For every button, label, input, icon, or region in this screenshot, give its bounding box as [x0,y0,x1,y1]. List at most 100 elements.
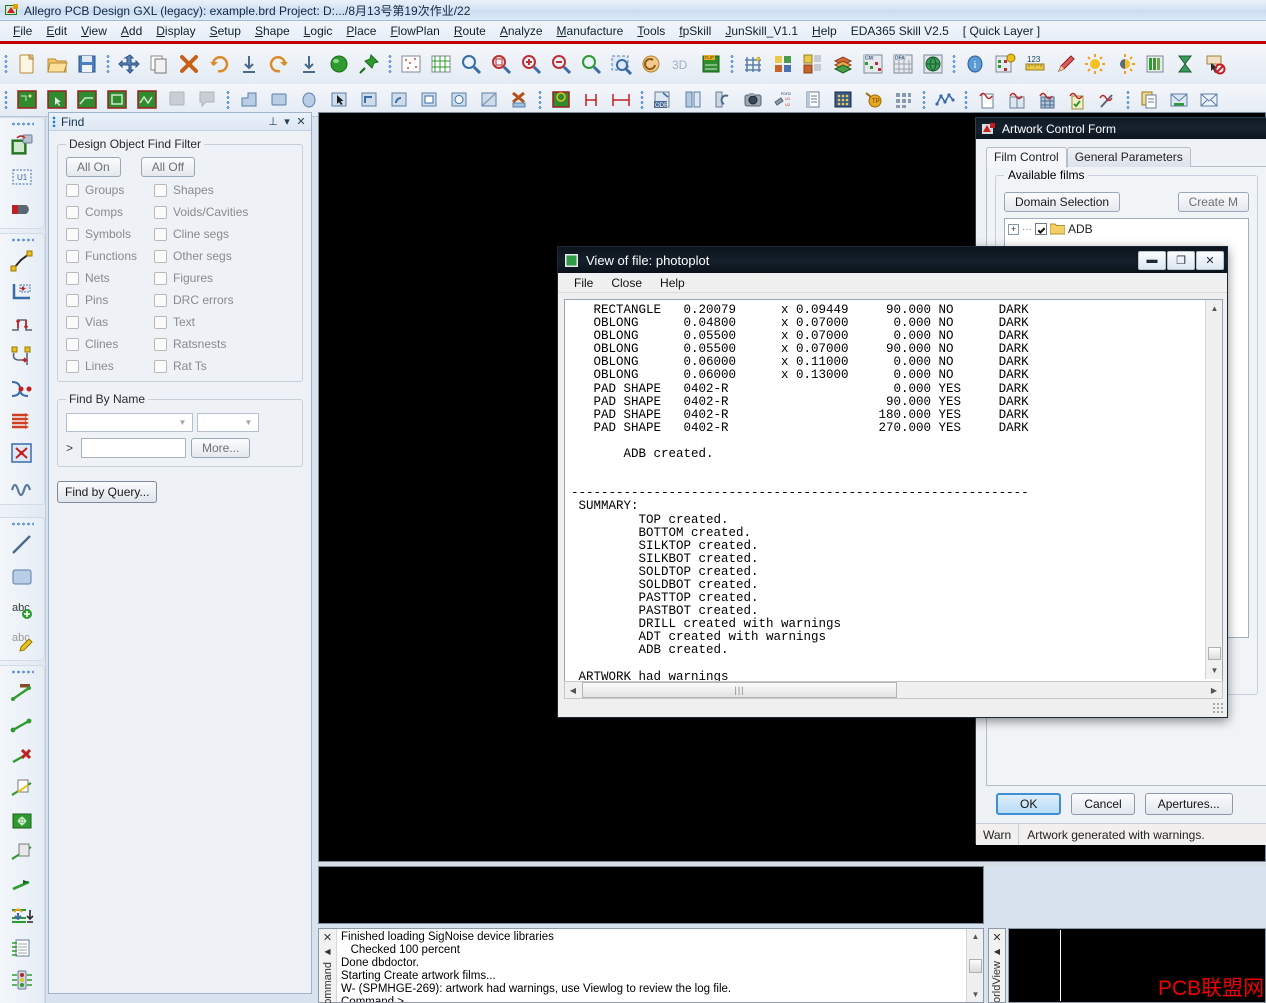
bus-route-icon[interactable] [3,405,41,437]
toolbar-grip[interactable] [921,89,927,111]
find-by-query-button[interactable]: Find by Query... [57,481,158,503]
net-copy-icon[interactable] [3,773,41,805]
object-type-dropdown[interactable]: ▼ [66,413,193,432]
menu-route[interactable]: Route [447,22,493,40]
rect-fill-icon[interactable] [3,561,41,593]
undo-icon[interactable] [204,49,234,79]
flip-design-icon[interactable]: FLIP [696,49,726,79]
view-file-horizontal-scrollbar[interactable]: ◀ ||| ▶ [564,681,1223,699]
chevron-down-icon[interactable]: ▾ [280,115,294,128]
zoom-selection-icon[interactable] [606,49,636,79]
pin-icon[interactable]: ⊥ [266,115,280,128]
scrollbar-thumb[interactable] [969,959,982,973]
close-icon[interactable]: ✕ [1196,250,1224,270]
hourglass-icon[interactable] [1170,49,1200,79]
menu-edit[interactable]: Edit [39,22,74,40]
toolbar-grip[interactable] [10,669,34,675]
scroll-down-icon[interactable]: ▼ [1206,662,1222,679]
scroll-right-icon[interactable]: ▶ [1206,686,1222,695]
stackup-icon[interactable] [1164,87,1194,113]
shape-circle-icon[interactable] [294,87,324,113]
board-wave-icon[interactable] [132,87,162,113]
menu-display[interactable]: Display [149,22,202,40]
shape-rect-icon[interactable] [264,87,294,113]
subclass-icon[interactable] [798,49,828,79]
checkbox-box[interactable] [154,337,167,351]
ok-button[interactable]: OK [996,793,1062,815]
left-arrow-icon[interactable]: ◀ [324,947,330,956]
checkbox-comps[interactable]: Comps [66,205,154,219]
checkbox-functions[interactable]: Functions [66,249,154,263]
name-scope-dropdown[interactable]: ▼ [197,413,259,432]
design-canvas-lower[interactable] [318,866,984,924]
domain-selection-button[interactable]: Domain Selection [1004,192,1121,212]
fanout-icon[interactable] [3,373,41,405]
toolbar-grip[interactable] [963,89,969,111]
net-ratsnest-icon[interactable] [3,677,41,709]
net-expand-icon[interactable] [3,805,41,837]
toolbar-grip[interactable] [10,521,34,527]
globe-grid-icon[interactable] [918,49,948,79]
net-line-icon[interactable] [3,709,41,741]
menu-eda365[interactable]: EDA365 Skill V2.5 [844,22,956,40]
zoom-fit-icon[interactable] [456,49,486,79]
close-icon[interactable]: ✕ [294,115,308,128]
route-corner-icon[interactable] [3,277,41,309]
photoplot-icon[interactable] [738,87,768,113]
checkbox-box[interactable] [154,205,167,219]
menu-shape[interactable]: Shape [248,22,297,40]
cm-matrix-icon[interactable]: CM [858,49,888,79]
checkbox-other-segs[interactable]: Other segs [154,249,294,263]
checkbox-cline-segs[interactable]: Cline segs [154,227,294,241]
measure-ruler-icon[interactable]: 123 [1020,49,1050,79]
waveform-probe-icon[interactable] [1092,87,1122,113]
close-icon[interactable]: ✕ [992,931,1001,944]
checkbox-vias[interactable]: Vias [66,315,154,329]
layers-icon[interactable] [828,49,858,79]
toolbar-grip[interactable] [729,53,735,75]
down-arrow2-icon[interactable] [294,49,324,79]
cursor-icon[interactable] [324,87,354,113]
more-button[interactable]: More... [191,438,251,458]
constraint-manager-icon[interactable] [990,49,1020,79]
view-file-menu-file[interactable]: File [566,275,601,291]
all-off-button[interactable]: All Off [140,157,196,177]
checkbox-box[interactable] [154,249,167,263]
drill-legend-icon[interactable] [546,87,576,113]
waveform-report-icon[interactable] [972,87,1002,113]
menu-analyze[interactable]: Analyze [493,22,550,40]
grid-toggle-icon[interactable] [738,49,768,79]
view-file-text-area[interactable]: RECTANGLE 0.20079 x 0.09449 90.000 NO DA… [564,299,1223,695]
shape-polygon-icon[interactable] [234,87,264,113]
component-u1-icon[interactable]: U1 [3,161,41,193]
checkbox-box[interactable] [154,359,167,373]
info-icon[interactable]: i [960,49,990,79]
swap-component-icon[interactable] [3,193,41,225]
menu-place[interactable]: Place [339,22,383,40]
zoom-refresh-icon[interactable] [576,49,606,79]
menu-setup[interactable]: Setup [203,22,248,40]
hscroll-track[interactable]: ||| [581,682,1206,698]
checkbox-rat-ts[interactable]: Rat Ts [154,359,294,373]
open-folder-icon[interactable] [42,49,72,79]
hscrollbar-thumb[interactable]: ||| [582,682,897,698]
maximize-icon[interactable]: ❐ [1167,250,1195,270]
checkbox-box[interactable] [154,183,167,197]
toolbar-grip[interactable] [10,121,34,127]
checkbox-nets[interactable]: Nets [66,271,154,285]
autoroute-icon[interactable] [3,437,41,469]
padstack-grid-icon[interactable] [888,87,918,113]
checkbox-box[interactable] [154,293,167,307]
chevron-down-icon[interactable]: ▼ [175,415,190,430]
toolbar-grip[interactable] [387,53,393,75]
checkbox-figures[interactable]: Figures [154,271,294,285]
dim-linear-icon[interactable] [576,87,606,113]
scroll-down-icon[interactable]: ▼ [967,987,984,1002]
checkbox-groups[interactable]: Groups [66,183,154,197]
copy-icon[interactable] [144,49,174,79]
shape-void-icon[interactable] [474,87,504,113]
menu-quick-layer[interactable]: [ Quick Layer ] [956,22,1047,40]
board-select-icon[interactable] [42,87,72,113]
checkbox-lines[interactable]: Lines [66,359,154,373]
toolbar-grip[interactable] [3,89,9,111]
